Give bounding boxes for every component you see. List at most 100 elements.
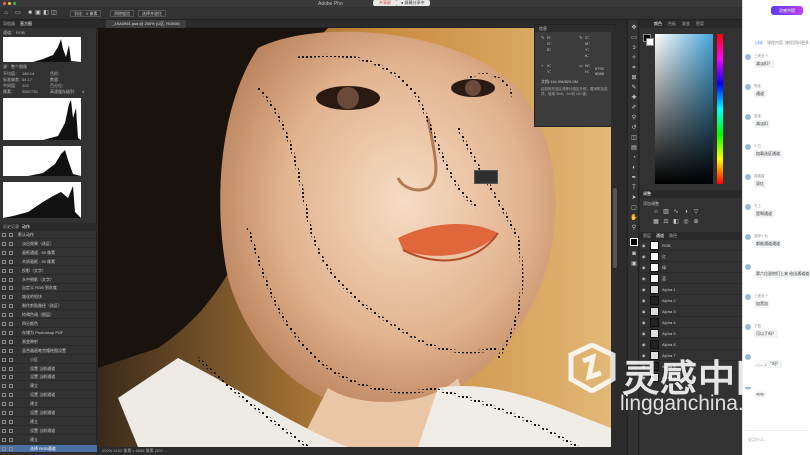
channel-row[interactable]: ◉ Alpha 1 <box>640 284 742 295</box>
blur-icon[interactable]: ◔ <box>630 154 638 162</box>
zoom-icon[interactable]: ⚲ <box>630 224 638 232</box>
action-item[interactable]: 制作剪贴路径（选区） <box>0 302 97 311</box>
channel-row[interactable]: ◉ 蓝 <box>640 273 742 284</box>
feather-field[interactable]: 羽化：0 像素 <box>70 10 102 17</box>
action-dialog-toggle[interactable] <box>9 366 13 371</box>
maximize-window-icon[interactable] <box>13 2 16 5</box>
quick-mask-icon[interactable]: ◙ <box>630 250 638 258</box>
brush-icon[interactable]: ✐ <box>630 104 638 112</box>
action-item[interactable]: 熔化的铅块 <box>0 293 97 302</box>
visibility-eye-icon[interactable]: ◉ <box>642 265 647 270</box>
action-checkbox[interactable] <box>2 250 6 255</box>
lasso-icon[interactable]: ↄ <box>630 44 638 52</box>
add-selection-icon[interactable]: ▣ <box>34 9 42 17</box>
visibility-eye-icon[interactable]: ◉ <box>642 320 647 325</box>
action-checkbox[interactable] <box>2 241 6 246</box>
action-checkbox[interactable] <box>2 277 6 282</box>
action-item[interactable]: 存储为 Photoshop PDF <box>0 329 97 337</box>
action-checkbox[interactable] <box>2 268 6 273</box>
scroll-thumb[interactable] <box>613 188 617 268</box>
bw-icon[interactable]: ◧ <box>672 218 680 226</box>
avatar[interactable] <box>745 204 751 210</box>
vibrance-icon[interactable]: ▽ <box>692 208 700 216</box>
action-dialog-toggle[interactable] <box>9 357 13 362</box>
action-dialog-toggle[interactable] <box>9 384 13 389</box>
action-checkbox[interactable] <box>2 286 6 291</box>
type-icon[interactable]: T <box>630 184 638 192</box>
action-dialog-toggle[interactable] <box>9 330 13 335</box>
frame-icon[interactable]: ⊠ <box>630 74 638 82</box>
chat-tab-more[interactable]: 更多 <box>801 40 809 46</box>
tab-paths[interactable]: 路径 <box>669 232 677 240</box>
action-dialog-toggle[interactable] <box>9 437 13 442</box>
screen-share-button[interactable]: 共享屏 <box>373 0 397 6</box>
action-checkbox[interactable] <box>2 384 6 389</box>
action-checkbox[interactable] <box>2 330 6 335</box>
action-dialog-toggle[interactable] <box>9 277 13 282</box>
action-item[interactable]: 设置 当前通道 <box>0 427 97 435</box>
channel-mixer-icon[interactable]: ⊕ <box>692 218 700 226</box>
action-dialog-toggle[interactable] <box>9 259 13 264</box>
channel-row[interactable]: ◉ 红 <box>640 251 742 262</box>
avatar[interactable] <box>745 264 751 270</box>
channel-row[interactable]: ◉ Alpha 4 <box>640 317 742 328</box>
tab-navigator[interactable]: 导航器 <box>3 20 15 28</box>
tab-histogram[interactable]: 直方图 <box>20 20 32 28</box>
hue-slider[interactable] <box>717 34 723 184</box>
tab-swatches[interactable]: 色板 <box>668 20 676 28</box>
channel-row[interactable]: ◉ Alpha 3 <box>640 306 742 317</box>
document-tab[interactable]: _1SA0951.psd @ 200% (U区, RGB/8) <box>106 20 186 28</box>
tab-gradients[interactable]: 渐变 <box>682 20 690 28</box>
action-checkbox[interactable] <box>2 419 6 424</box>
action-item[interactable]: 混合器画笔克隆绘图设置 <box>0 347 97 355</box>
foreground-color-swatch[interactable] <box>630 238 638 246</box>
action-checkbox[interactable] <box>2 428 6 433</box>
action-item[interactable]: 画框通道 - 50 像素 <box>0 249 97 257</box>
visibility-eye-icon[interactable]: ◉ <box>642 309 647 314</box>
action-dialog-toggle[interactable] <box>9 402 13 407</box>
action-dialog-toggle[interactable] <box>9 250 13 255</box>
action-dialog-toggle[interactable] <box>9 268 13 273</box>
avatar[interactable] <box>745 84 751 90</box>
channel-row[interactable]: ◉ RGB <box>640 240 742 251</box>
action-checkbox[interactable] <box>2 233 6 237</box>
action-dialog-toggle[interactable] <box>9 286 13 291</box>
avatar[interactable] <box>745 324 751 330</box>
action-checkbox[interactable] <box>2 446 6 451</box>
action-checkbox[interactable] <box>2 322 6 326</box>
tab-channels[interactable]: 通道 <box>656 232 664 240</box>
action-item[interactable]: 建立 <box>0 382 97 391</box>
action-item[interactable]: 水中倒影（文字） <box>0 276 97 284</box>
avatar[interactable] <box>745 234 751 240</box>
tab-layers[interactable]: 图层 <box>643 232 651 240</box>
marquee-icon[interactable]: ▭ <box>630 34 638 42</box>
action-item[interactable]: 四分颜色 <box>0 320 97 328</box>
histogram-source[interactable]: 源：整个图像 <box>3 64 27 70</box>
visibility-eye-icon[interactable]: ◉ <box>642 342 647 347</box>
avatar[interactable] <box>745 174 751 180</box>
tab-patterns[interactable]: 图案 <box>696 20 704 28</box>
chat-input[interactable]: 说点什么... <box>748 437 767 443</box>
action-item[interactable]: 设置 当前通道 <box>0 373 97 382</box>
action-checkbox[interactable] <box>2 259 6 264</box>
hue-sat-icon[interactable]: ▦ <box>652 218 660 226</box>
gradient-icon[interactable]: ▤ <box>630 144 638 152</box>
action-item[interactable]: 棕褐色调（图层） <box>0 311 97 320</box>
action-dialog-toggle[interactable] <box>9 313 13 318</box>
action-item[interactable]: 选择 RGB通道 <box>0 444 97 453</box>
action-dialog-toggle[interactable] <box>9 322 13 326</box>
action-checkbox[interactable] <box>2 348 6 353</box>
channel-row[interactable]: ◉ 绿 <box>640 262 742 273</box>
marquee-tool-icon[interactable]: ▭ <box>14 9 22 17</box>
visibility-eye-icon[interactable]: ◉ <box>642 254 647 259</box>
anti-alias-checkbox[interactable]: 消除锯齿 <box>110 10 134 17</box>
tab-color[interactable]: 颜色 <box>654 20 662 28</box>
action-dialog-toggle[interactable] <box>9 428 13 433</box>
screen-mode-icon[interactable]: ▣ <box>630 260 638 268</box>
color-balance-icon[interactable]: ⚖ <box>662 218 670 226</box>
crop-icon[interactable]: ⌗ <box>630 64 638 72</box>
photo-filter-icon[interactable]: ◎ <box>682 218 690 226</box>
action-checkbox[interactable] <box>2 402 6 407</box>
avatar[interactable] <box>745 294 751 300</box>
action-dialog-toggle[interactable] <box>9 241 13 246</box>
